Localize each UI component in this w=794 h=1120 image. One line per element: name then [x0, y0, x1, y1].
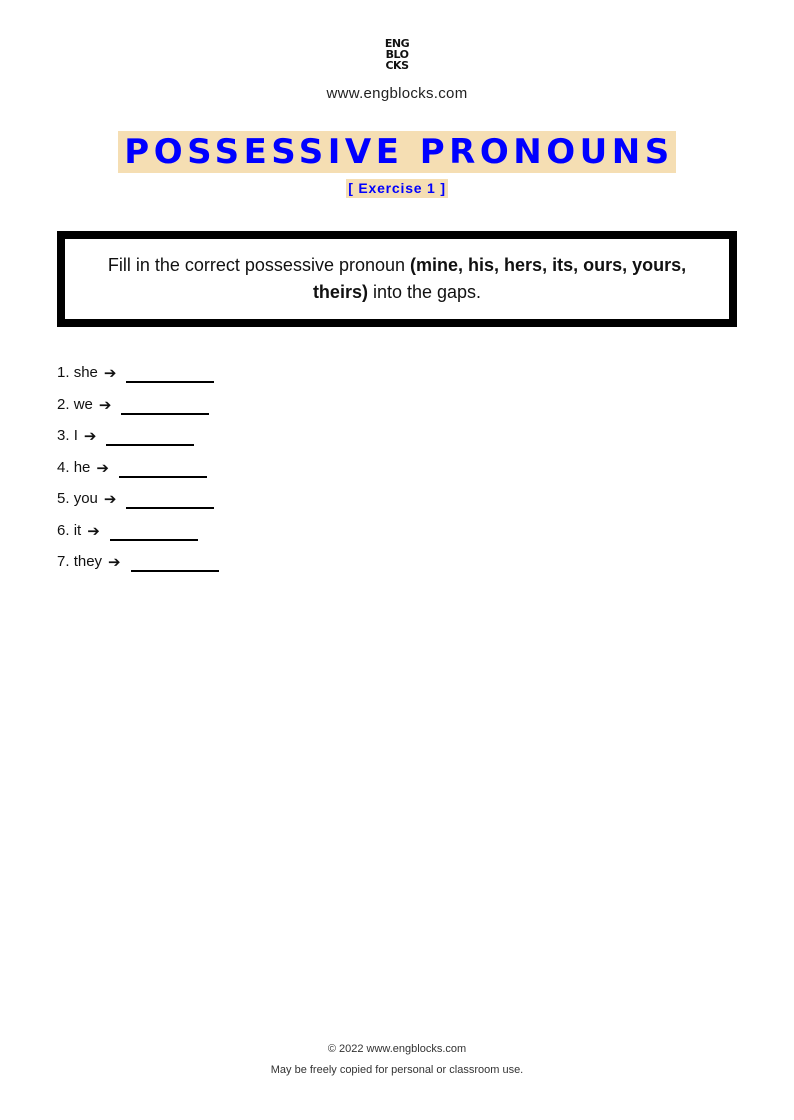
- answer-blank[interactable]: [109, 522, 198, 541]
- logo-line: CKS: [385, 59, 409, 72]
- exercise-item: 3. I ➔: [57, 427, 219, 459]
- exercise-item: 4. he ➔: [57, 459, 219, 491]
- item-number: 5.: [57, 490, 70, 507]
- arrow-right-icon: ➔: [87, 522, 100, 540]
- exercise-item: 7. they ➔: [57, 553, 219, 585]
- arrow-right-icon: ➔: [83, 428, 97, 445]
- answer-blank[interactable]: [106, 427, 195, 446]
- exercise-label: [ Exercise 1 ]: [346, 179, 448, 198]
- item-word: I: [73, 427, 78, 444]
- answer-blank[interactable]: [130, 553, 219, 572]
- exercise-item: 2. we ➔: [57, 396, 219, 428]
- footer-license: May be freely copied for personal or cla…: [270, 1064, 524, 1076]
- answer-blank[interactable]: [126, 490, 215, 509]
- item-word: we: [73, 395, 93, 413]
- instructions-box: Fill in the correct possessive pronoun (…: [57, 231, 737, 327]
- engblocks-logo: ENG BLO CKS: [0, 38, 794, 74]
- footer-copyright: © 2022 www.engblocks.com: [327, 1043, 467, 1055]
- page-title: POSSESSIVE PRONOUNS: [118, 131, 676, 173]
- item-word: she: [73, 364, 98, 381]
- exercise-list: 1. she ➔ 2. we ➔ 3. I ➔ 4. he ➔ 5. you ➔ 6. i…: [57, 364, 219, 585]
- answer-blank[interactable]: [118, 459, 207, 478]
- instructions-prefix: Fill in the correct possessive pronoun: [107, 255, 411, 275]
- exercise-item: 5. you ➔: [57, 490, 219, 522]
- arrow-right-icon: ➔: [103, 365, 117, 382]
- item-word: you: [73, 490, 98, 507]
- arrow-right-icon: ➔: [96, 459, 109, 477]
- exercise-item: 1. she ➔: [57, 364, 219, 396]
- item-number: 6.: [57, 521, 70, 539]
- arrow-right-icon: ➔: [108, 554, 121, 571]
- answer-blank[interactable]: [126, 364, 215, 383]
- site-url: www.engblocks.com: [326, 85, 468, 102]
- item-word: he: [73, 458, 91, 476]
- item-number: 3.: [57, 427, 70, 444]
- item-word: it: [73, 521, 82, 539]
- arrow-right-icon: ➔: [103, 491, 117, 508]
- item-number: 7.: [57, 553, 70, 570]
- exercise-item: 6. it ➔: [57, 522, 219, 554]
- item-word: they: [73, 553, 103, 570]
- item-number: 4.: [57, 458, 70, 476]
- instructions-text: Fill in the correct possessive pronoun (…: [87, 252, 707, 306]
- item-number: 1.: [57, 364, 70, 381]
- answer-blank[interactable]: [121, 396, 210, 415]
- item-number: 2.: [57, 395, 70, 413]
- arrow-right-icon: ➔: [98, 396, 112, 414]
- instructions-suffix: into the gaps.: [367, 282, 482, 302]
